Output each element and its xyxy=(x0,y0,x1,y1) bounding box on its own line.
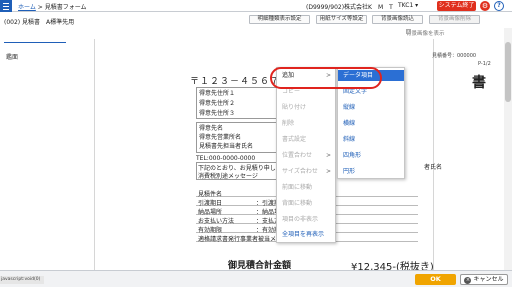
menu-item-label: 前面に移動 xyxy=(282,184,313,191)
chevron-right-icon: > xyxy=(325,168,331,175)
vertical-scrollbar[interactable] xyxy=(504,28,512,270)
breadcrumb-current: 見積書フォーム xyxy=(44,4,87,11)
menu-item-label: 項目の非表示 xyxy=(282,216,319,223)
contact-name[interactable]: 見積書先担当者氏名 xyxy=(199,141,253,150)
menu-item-hide[interactable]: 項目の非表示 xyxy=(277,214,335,225)
total-label[interactable]: 御見積合計金額 xyxy=(228,258,291,270)
user-info: (D9999/902)株式会社K M T xyxy=(306,4,393,11)
left-divider xyxy=(4,42,66,43)
menu-item-format[interactable]: 書式設定 xyxy=(277,134,335,145)
menu-item-label: 書式設定 xyxy=(282,136,307,143)
show-bg-checkbox[interactable]: 背景画像を表示 xyxy=(406,29,445,37)
menu-item-show-all[interactable]: 全項目を再表示 xyxy=(277,229,335,240)
intro-line-2[interactable]: 消費税別途メッセージ xyxy=(198,171,258,180)
tenant-select[interactable]: TKC1 ▾ xyxy=(398,2,418,9)
context-menu: 追加 > コピー 貼り付け 削除 書式設定 位置合わせ > サイズ合わせ > 前面に移… xyxy=(276,67,336,243)
top-bar: ホーム > 見積書フォーム (D9999/902)株式会社K M T TKC1 … xyxy=(0,0,512,12)
menu-item-label: 削除 xyxy=(282,120,295,127)
gear-icon[interactable]: ⚙ xyxy=(480,1,490,11)
estimate-number[interactable]: 見積番号：000000 xyxy=(432,52,476,59)
ok-button[interactable]: OK xyxy=(415,274,456,285)
menu-item-send-back[interactable]: 背面に移動 xyxy=(277,198,335,209)
rep-name-right[interactable]: 者氏名 xyxy=(424,162,442,171)
address-line-2[interactable]: 得意先住所２ xyxy=(199,98,235,107)
cancel-button[interactable]: × キャンセル xyxy=(460,274,508,285)
left-pane: 鑑面 xyxy=(0,28,80,270)
menu-item-paste[interactable]: 貼り付け xyxy=(277,102,335,113)
menu-item-label: 貼り付け xyxy=(282,104,307,111)
help-icon[interactable]: ? xyxy=(494,1,504,11)
menu-item-label: 全項目を再表示 xyxy=(282,231,325,238)
system-exit-button[interactable]: システム終了 xyxy=(437,1,476,11)
postal-code[interactable]: 〒１２３－４５６７ xyxy=(190,74,280,87)
breadcrumb-home-link[interactable]: ホーム xyxy=(18,4,36,11)
document-title: (002) 見積書 A標準先用 xyxy=(4,19,75,26)
breadcrumb-separator: > xyxy=(37,4,43,11)
cancel-label: キャンセル xyxy=(473,276,504,283)
detail-types-button[interactable]: 明細種類表示設定 xyxy=(249,15,310,24)
menu-item-label: サイズ合わせ xyxy=(282,168,318,175)
document-heading[interactable]: 書 xyxy=(472,72,486,92)
submenu-item-horizontal-line[interactable]: 横線 xyxy=(338,118,404,129)
toolbar: (002) 見積書 A標準先用 明細種類表示設定 用紙サイズ等設定 背景画像読込… xyxy=(0,12,512,28)
submenu-item-circle[interactable]: 円形 xyxy=(338,166,404,177)
menu-item-align[interactable]: 位置合わせ > xyxy=(277,150,335,161)
bg-image-load-button[interactable]: 背景画像読込 xyxy=(372,15,423,24)
menu-item-size-match[interactable]: サイズ合わせ > xyxy=(277,166,335,177)
annotation-highlight-oval xyxy=(270,67,382,89)
menu-item-delete[interactable]: 削除 xyxy=(277,118,335,129)
menu-icon[interactable] xyxy=(0,0,12,12)
address-line-1[interactable]: 得意先住所１ xyxy=(199,88,235,97)
status-url: javascript:void(0) xyxy=(0,276,44,284)
breadcrumb: ホーム > 見積書フォーム xyxy=(18,2,87,11)
address-line-3[interactable]: 得意先住所３ xyxy=(199,108,235,117)
bottom-bar: javascript:void(0) OK × キャンセル xyxy=(0,270,512,287)
menu-item-label: 背面に移動 xyxy=(282,200,313,207)
total-value[interactable]: ¥12,345-(税抜き) xyxy=(351,258,434,270)
scrollbar-thumb[interactable] xyxy=(505,42,511,102)
customer-tel[interactable]: TEL:000-0000-0000 xyxy=(196,155,255,162)
page-count[interactable]: P-1/2 xyxy=(478,61,491,67)
menu-item-label: コピー xyxy=(282,88,301,95)
submenu-item-diagonal-line[interactable]: 斜線 xyxy=(338,134,404,145)
menu-item-label: 位置合わせ xyxy=(282,152,313,159)
customer-dept[interactable]: 得意先営業所名 xyxy=(199,132,241,141)
checkbox-icon[interactable] xyxy=(406,29,411,34)
customer-name[interactable]: 得意先名 xyxy=(199,123,223,132)
menu-item-bring-front[interactable]: 前面に移動 xyxy=(277,182,335,193)
chevron-right-icon: > xyxy=(325,152,331,159)
close-icon: × xyxy=(464,277,472,284)
left-pane-label[interactable]: 鑑面 xyxy=(6,52,18,61)
paper-size-button[interactable]: 用紙サイズ等設定 xyxy=(316,15,367,24)
submenu-item-vertical-line[interactable]: 縦線 xyxy=(338,102,404,113)
bg-image-delete-button[interactable]: 背景画像削除 xyxy=(429,15,480,24)
submenu-item-rectangle[interactable]: 四角形 xyxy=(338,150,404,161)
